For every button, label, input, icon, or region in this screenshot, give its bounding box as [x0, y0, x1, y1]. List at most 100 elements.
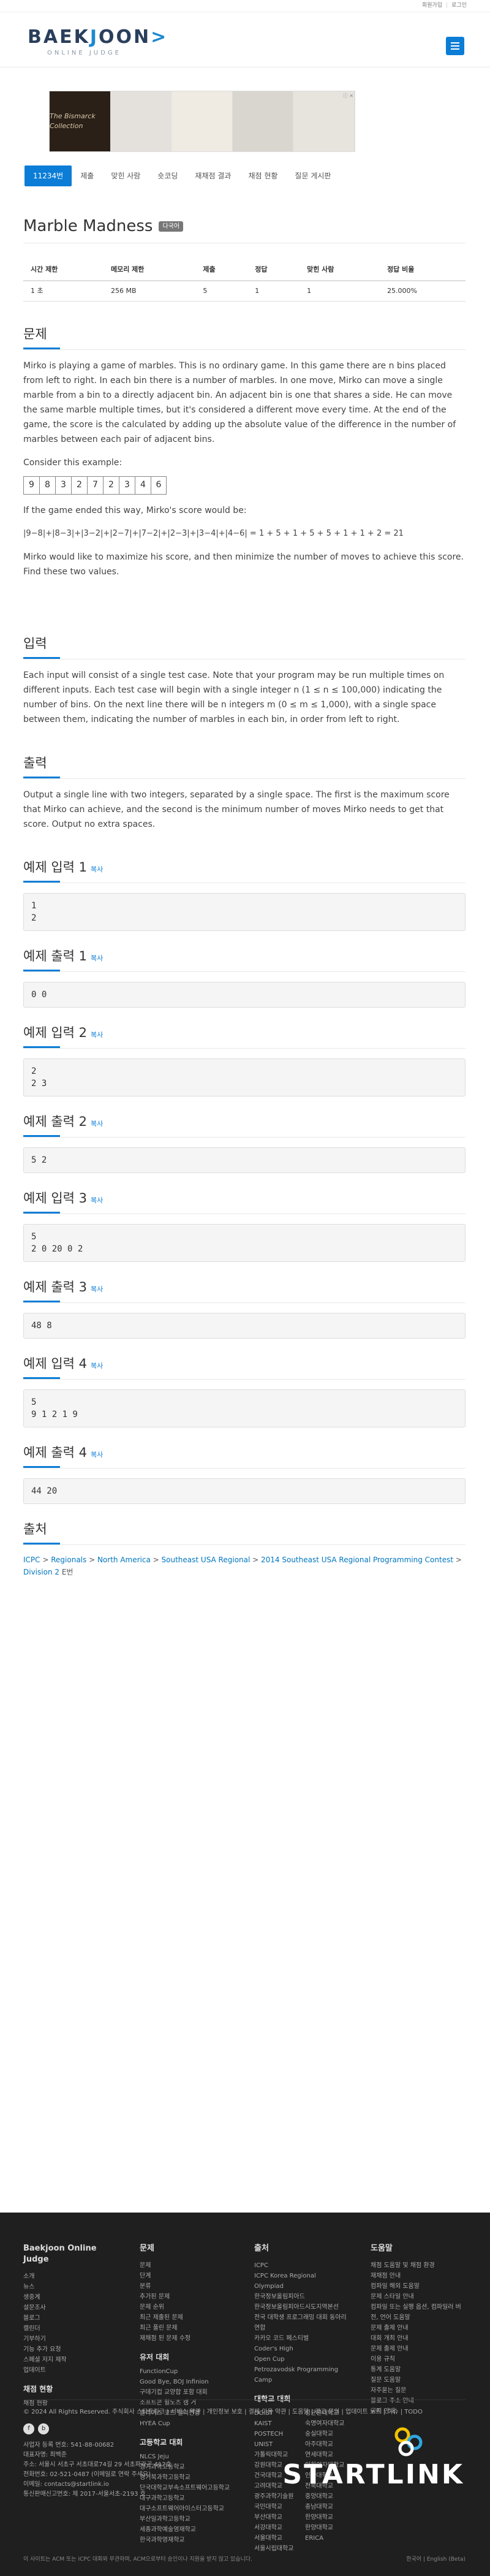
- logo[interactable]: BAEKJOON> ONLINE JUDGE: [28, 23, 168, 58]
- sample-input-4: 예제 입력 4 복사 5 9 1 2 1 9: [23, 1354, 466, 1427]
- copy-button[interactable]: 복사: [91, 865, 103, 873]
- footer-link[interactable]: 최근 제출된 문제: [140, 2312, 232, 2323]
- copy-button[interactable]: 복사: [91, 1196, 103, 1204]
- footer-link[interactable]: 구데기컵 교양합 포함 대회: [140, 2387, 232, 2398]
- ad-image: [232, 91, 294, 151]
- footer-link[interactable]: 한국과학영재학교: [140, 2535, 232, 2545]
- footer-link[interactable]: 자주묻는 질문: [371, 2385, 469, 2396]
- footer-link[interactable]: 기부하기: [23, 2334, 115, 2344]
- footer-link[interactable]: 최근 풀린 문제: [140, 2323, 232, 2333]
- source-link[interactable]: Regionals: [51, 1556, 86, 1564]
- sample-heading: 예제 입력 4: [23, 1356, 87, 1371]
- memory-limit: 256 MB: [103, 280, 196, 302]
- footer-link[interactable]: 뉴스: [23, 2282, 115, 2292]
- ad-image: [293, 91, 355, 151]
- footer-link[interactable]: 기능 추가 요청: [23, 2344, 115, 2355]
- footer-link[interactable]: 문제 출제 안내: [371, 2344, 469, 2354]
- footer-link[interactable]: 통계 도움말: [371, 2365, 469, 2375]
- footer-link[interactable]: Good Bye, BOJ Infinion: [140, 2377, 232, 2387]
- copy-button[interactable]: 복사: [91, 954, 103, 962]
- footer-link[interactable]: 추가된 문제: [140, 2292, 232, 2302]
- source-link[interactable]: Southeast USA Regional: [162, 1556, 251, 1564]
- source-link[interactable]: Division 2: [23, 1568, 59, 1576]
- copy-button[interactable]: 복사: [91, 1362, 103, 1370]
- source-link[interactable]: North America: [97, 1556, 151, 1564]
- footer-link[interactable]: 카카오 코드 페스티벌: [254, 2333, 352, 2344]
- footer-link[interactable]: 충남대학교: [305, 2502, 352, 2512]
- sample-heading: 예제 출력 3: [23, 1280, 87, 1294]
- source-link[interactable]: ICPC: [23, 1556, 40, 1564]
- footer-link[interactable]: 생중계: [23, 2292, 115, 2303]
- footer-link[interactable]: ICPC: [254, 2260, 352, 2271]
- footer-link[interactable]: 부산일과학고등학교: [140, 2514, 232, 2525]
- ad-image: [172, 91, 233, 151]
- tab-problem[interactable]: 11234번: [24, 165, 72, 186]
- sample-input-3: 예제 입력 3 복사 5 2 0 20 0 2: [23, 1189, 466, 1262]
- facebook-icon[interactable]: f: [23, 2423, 34, 2434]
- copy-button[interactable]: 복사: [91, 1120, 103, 1128]
- blog-icon[interactable]: b: [38, 2423, 49, 2434]
- sample-output-4: 예제 출력 4 복사 44 20: [23, 1443, 466, 1504]
- footer-link[interactable]: 대회 개최 안내: [371, 2333, 469, 2344]
- copy-button[interactable]: 복사: [91, 1285, 103, 1293]
- footer-link[interactable]: 업데이트: [23, 2365, 115, 2376]
- footer-link[interactable]: 서울시립대학교: [254, 2544, 301, 2554]
- footer-link[interactable]: 설문조사: [23, 2303, 115, 2313]
- section-heading: 문제: [23, 325, 466, 349]
- footer-link[interactable]: ICPC Korea Regional: [254, 2271, 352, 2281]
- copy-button[interactable]: 복사: [91, 1031, 103, 1039]
- site-header: BAEKJOON> ONLINE JUDGE: [0, 12, 490, 67]
- footer-link[interactable]: 채점 도움말 및 채점 환경: [371, 2260, 469, 2271]
- menu-button[interactable]: [446, 37, 464, 55]
- footer-link[interactable]: 한양대학교: [305, 2512, 352, 2523]
- tab-submit[interactable]: 제출: [72, 165, 102, 186]
- footer-link[interactable]: 서강대학교: [254, 2523, 301, 2533]
- footer-link[interactable]: Coder's High: [254, 2344, 352, 2354]
- footer-link[interactable]: 스페셜 저지 제작: [23, 2355, 115, 2365]
- footer-link[interactable]: 분류: [140, 2281, 232, 2292]
- footer-link[interactable]: 캘린더: [23, 2323, 115, 2334]
- footer-link[interactable]: Petrozavodsk Programming Camp: [254, 2365, 352, 2385]
- footer-link[interactable]: 소개: [23, 2271, 115, 2282]
- footer-link[interactable]: 재채점 안내: [371, 2271, 469, 2281]
- footer-link[interactable]: FunctionCup: [140, 2366, 232, 2377]
- tab-rejudge[interactable]: 재채점 결과: [186, 165, 239, 186]
- copy-button[interactable]: 복사: [91, 1451, 103, 1459]
- description-text: Mirko would like to maximize his score, …: [23, 552, 464, 577]
- advertisement-banner[interactable]: The Bismarck Collection ⓘ ✕: [49, 91, 355, 152]
- footer-link[interactable]: 컴파일 또는 실행 옵션, 컴파일러 버전, 언어 도움말: [371, 2302, 469, 2323]
- tab-solved-users[interactable]: 맞힌 사람: [102, 165, 149, 186]
- footer-link[interactable]: 국민대학교: [254, 2502, 301, 2512]
- footer-link[interactable]: 전국 대학생 프로그래밍 대회 동아리 연합: [254, 2312, 352, 2333]
- source-link[interactable]: 2014 Southeast USA Regional Programming …: [261, 1556, 453, 1564]
- footer-link[interactable]: Open Cup: [254, 2354, 352, 2365]
- startlink-logo[interactable]: STARTLINK: [282, 2455, 464, 2495]
- footer-link[interactable]: 문제 순위: [140, 2302, 232, 2312]
- footer-link[interactable]: 한국정보올림피아드시도지역본선: [254, 2302, 352, 2312]
- login-link[interactable]: 로그인: [451, 2, 467, 10]
- footer-link[interactable]: 컴파일 해외 도움말: [371, 2281, 469, 2292]
- footer-link[interactable]: 재채점 된 문제 수정: [140, 2333, 232, 2344]
- footer-link[interactable]: 문제: [140, 2260, 232, 2271]
- tab-short-coding[interactable]: 숏코딩: [149, 165, 186, 186]
- footer-link[interactable]: 한양대학교 ERICA: [305, 2523, 352, 2544]
- footer-link[interactable]: 블로그: [23, 2313, 115, 2323]
- footer-link[interactable]: Olympiad: [254, 2281, 352, 2292]
- footer-list: 문제 단계 분류 추가된 문제 문제 순위 최근 제출된 문제 최근 풀린 문제 재채점 된 …: [140, 2260, 232, 2344]
- info-header: 제출: [195, 260, 248, 281]
- tab-board[interactable]: 질문 게시판: [286, 165, 339, 186]
- footer-link[interactable]: 문제 스타일 안내: [371, 2292, 469, 2302]
- signup-link[interactable]: 회원가입: [422, 2, 442, 10]
- tab-status[interactable]: 채점 현황: [239, 165, 286, 186]
- footer-link[interactable]: 질문 도움말: [371, 2375, 469, 2385]
- footer-link[interactable]: 이용 규칙: [371, 2354, 469, 2365]
- footer-link[interactable]: 대구소프트웨어마이스터고등학교: [140, 2504, 232, 2514]
- language-switch[interactable]: 한국어 | English (Beta): [406, 2556, 466, 2564]
- footer-link[interactable]: 세종과학예술영재학교: [140, 2525, 232, 2535]
- footer-link[interactable]: 서울대학교: [254, 2533, 301, 2544]
- ad-close-icon[interactable]: ⓘ ✕: [343, 93, 353, 100]
- footer-link[interactable]: 한국정보올림피아드: [254, 2292, 352, 2302]
- footer-link[interactable]: 문제 출제 안내: [371, 2323, 469, 2333]
- footer-link[interactable]: 부산대학교: [254, 2512, 301, 2523]
- footer-link[interactable]: 단계: [140, 2271, 232, 2281]
